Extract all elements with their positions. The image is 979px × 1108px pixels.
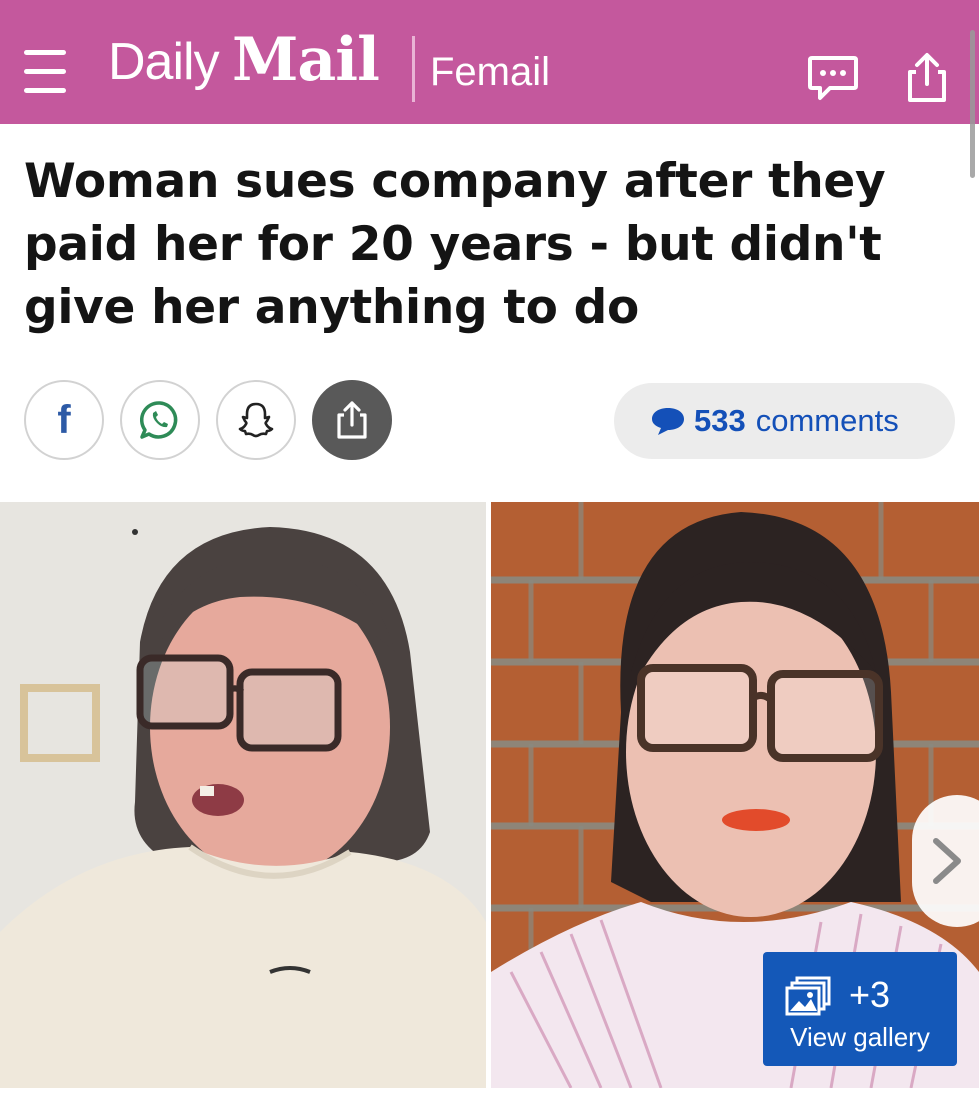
snapchat-icon <box>238 402 274 438</box>
comments-label: comments <box>755 403 899 438</box>
gallery-icon <box>785 976 831 1016</box>
article-headline: Woman sues company after they paid her f… <box>24 154 886 335</box>
gallery-next-button[interactable] <box>912 795 979 927</box>
facebook-share-button[interactable]: f <box>24 380 104 460</box>
share-icon[interactable] <box>900 52 954 104</box>
whatsapp-share-button[interactable] <box>120 380 200 460</box>
view-gallery-label: View gallery <box>790 1022 930 1052</box>
view-gallery-button[interactable]: +3 View gallery <box>763 952 957 1066</box>
logo-mail-text[interactable]: Mail <box>232 30 380 90</box>
logo-divider <box>412 36 415 102</box>
article-photo-left[interactable] <box>0 502 486 1088</box>
hamburger-menu-icon[interactable] <box>24 50 68 96</box>
section-name[interactable]: Femail <box>430 52 550 92</box>
more-share-button[interactable] <box>312 380 392 460</box>
logo-daily-text[interactable]: Daily <box>108 36 220 88</box>
comment-bubble-icon <box>652 408 684 435</box>
comments-count: 533 <box>694 403 746 438</box>
gallery-extra-count: +3 <box>849 974 891 1015</box>
scrollbar[interactable] <box>970 30 975 178</box>
snapchat-share-button[interactable] <box>216 380 296 460</box>
comment-bubble-icon[interactable] <box>806 52 860 104</box>
whatsapp-icon <box>139 401 178 439</box>
chevron-right-icon <box>933 838 961 884</box>
facebook-icon: f <box>57 397 71 442</box>
top-navigation-bar: Daily Mail Femail <box>0 0 979 124</box>
comments-button[interactable]: 533 comments <box>614 383 955 459</box>
share-icon <box>337 401 367 439</box>
